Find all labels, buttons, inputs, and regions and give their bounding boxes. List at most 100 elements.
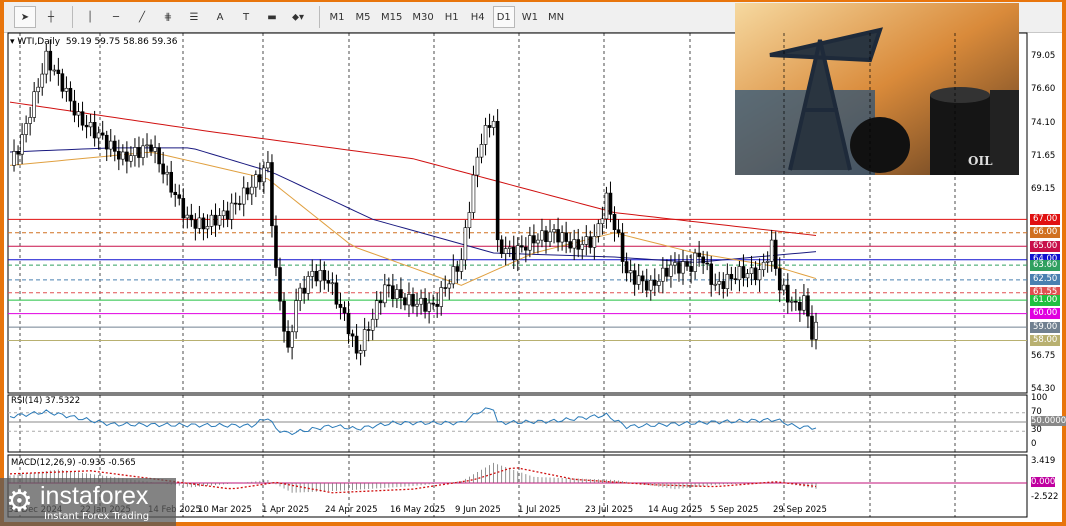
rsi-title: RSI(14) 37.5322 [11, 396, 81, 406]
candle [790, 300, 794, 303]
candle [717, 281, 722, 285]
date-tick: 10 Mar 2025 [198, 505, 252, 515]
candle [616, 229, 621, 234]
candle [600, 218, 605, 225]
candle [96, 132, 101, 139]
candle [524, 246, 528, 251]
price-tick: 79.05 [1031, 51, 1056, 61]
candle [753, 267, 758, 281]
price-chart[interactable]: OIL [0, 0, 1066, 526]
rsi-tick: 0 [1031, 439, 1037, 449]
candle [225, 210, 230, 220]
candle [399, 289, 403, 299]
candle [705, 262, 709, 265]
candle [725, 273, 730, 289]
candle [322, 270, 327, 281]
candle [72, 100, 77, 116]
candle [652, 279, 657, 286]
candle [632, 270, 637, 285]
candle [657, 280, 661, 286]
level-label: 58.00 [1030, 335, 1061, 347]
candle [129, 155, 133, 162]
candle [709, 263, 714, 285]
candle [713, 283, 718, 286]
candle [798, 301, 802, 311]
candle [427, 302, 431, 312]
candle [121, 151, 125, 160]
candle [286, 331, 290, 348]
level-label: 60.00 [1030, 308, 1061, 320]
candle [391, 285, 395, 300]
candle [241, 187, 246, 205]
date-tick: 29 Sep 2025 [773, 505, 827, 515]
candle [475, 156, 480, 176]
candle [423, 297, 427, 312]
candle [197, 217, 202, 229]
candle [28, 117, 32, 124]
candle [511, 246, 516, 261]
candle [673, 262, 677, 266]
candle [624, 261, 629, 274]
candle [596, 223, 601, 237]
candle [60, 73, 65, 92]
candle [125, 151, 129, 162]
chart-header: ▾ WTI,Daily 59.19 59.75 58.86 59.36 [10, 37, 178, 47]
candle [229, 202, 234, 220]
candle [189, 214, 194, 221]
oil-text: OIL [968, 154, 993, 168]
candle [318, 270, 323, 282]
candle [729, 273, 734, 279]
candle [556, 229, 560, 243]
candle [161, 163, 165, 175]
candle [580, 244, 585, 250]
price-tick: 69.15 [1031, 184, 1056, 195]
candle [628, 270, 633, 274]
candle [661, 267, 665, 282]
candle [721, 281, 726, 289]
candle [382, 284, 387, 304]
candle [282, 300, 286, 332]
candle [274, 225, 278, 268]
price-tick: 76.60 [1031, 84, 1056, 94]
candle [278, 267, 282, 302]
candle [112, 140, 117, 152]
candle [443, 287, 448, 289]
candle [298, 287, 302, 301]
candle [532, 235, 536, 244]
open-value: 59.19 [65, 37, 92, 47]
candle [64, 87, 69, 92]
price-tick: 71.65 [1031, 150, 1056, 161]
candle [471, 174, 476, 213]
candle [84, 124, 89, 128]
date-tick: 14 Aug 2025 [648, 505, 703, 515]
date-tick: 1 Jul 2025 [518, 505, 561, 515]
gear-logo-icon: ⚙ [6, 484, 33, 519]
date-tick: 16 May 2025 [390, 505, 446, 515]
date-tick: 5 Sep 2025 [710, 505, 759, 515]
candle [564, 232, 568, 242]
barrel-icon [990, 90, 1019, 175]
candle [108, 140, 113, 150]
candle [644, 280, 649, 291]
candle [302, 287, 306, 294]
candle [701, 256, 705, 264]
candle [540, 230, 544, 241]
candle [447, 283, 452, 289]
candle [487, 125, 492, 128]
candle [366, 329, 371, 331]
candle [592, 236, 597, 248]
candle [209, 214, 214, 227]
macd-tick: 3.419 [1031, 456, 1056, 467]
candle [681, 261, 685, 274]
candle [689, 266, 693, 272]
level-label: 62.50 [1030, 274, 1061, 286]
candle [548, 231, 552, 242]
level-label: 63.60 [1030, 259, 1061, 271]
candle [149, 144, 153, 152]
candle [794, 300, 798, 303]
candle [451, 266, 456, 285]
high-value: 59.75 [94, 37, 121, 47]
candle [411, 294, 415, 307]
candle [16, 151, 20, 155]
level-label: 67.00 [1030, 213, 1061, 225]
